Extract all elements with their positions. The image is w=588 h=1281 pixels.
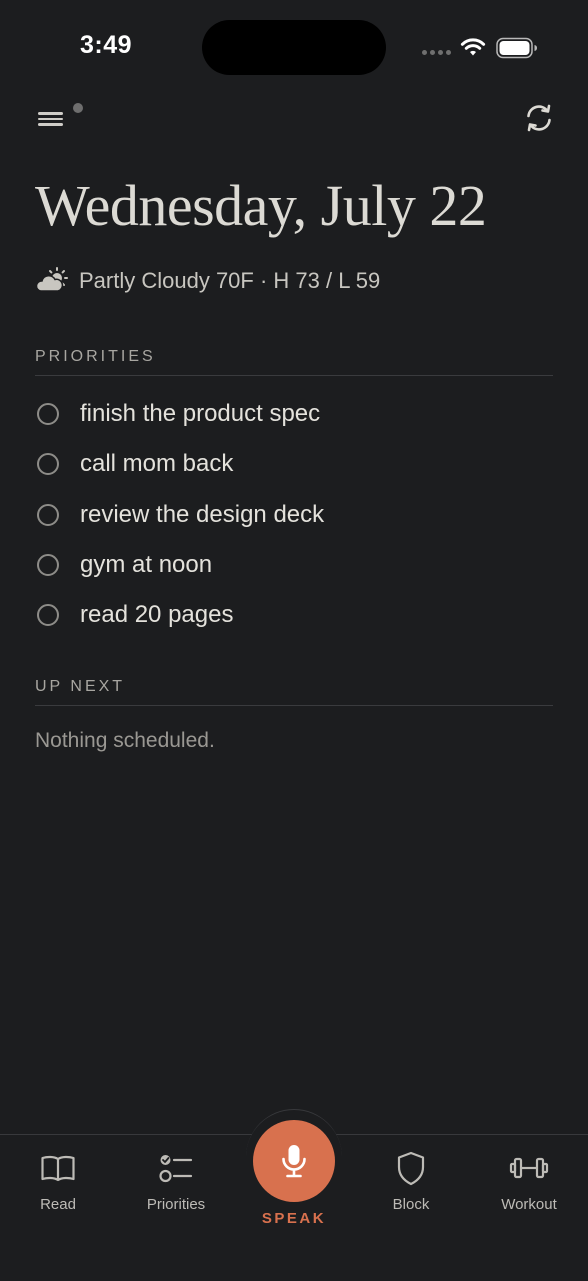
partly-cloudy-icon [35, 267, 68, 292]
priority-label: call mom back [80, 450, 234, 478]
priority-item[interactable]: read 20 pages [35, 590, 553, 640]
priority-item[interactable]: finish the product spec [35, 389, 553, 439]
tab-label: Read [40, 1196, 76, 1213]
menu-button[interactable] [34, 103, 84, 134]
tab-label: Priorities [146, 1196, 206, 1213]
tab-label: Block [392, 1196, 430, 1213]
battery-icon [496, 37, 537, 59]
refresh-icon [527, 104, 551, 132]
weather-summary: Partly Cloudy 70F · H 73 / L 59 [35, 266, 380, 296]
checkbox[interactable] [37, 554, 59, 577]
priorities-header: PRIORITIES [35, 348, 553, 376]
checklist-icon [159, 1155, 193, 1183]
priority-item[interactable]: call mom back [35, 439, 553, 489]
priority-label: gym at noon [80, 551, 213, 579]
up-next-header: UP NEXT [35, 678, 553, 706]
tab-workout[interactable]: Workout [479, 1148, 579, 1213]
shield-icon [397, 1151, 425, 1186]
sync-button[interactable] [520, 99, 558, 137]
weather-text: Partly Cloudy 70F · H 73 / L 59 [79, 268, 381, 293]
priority-label: review the design deck [80, 500, 325, 528]
checkbox[interactable] [37, 403, 59, 426]
checkbox[interactable] [37, 604, 59, 627]
cellular-signal-icon [422, 50, 451, 55]
dynamic-island [202, 20, 386, 75]
checkbox[interactable] [37, 453, 59, 476]
speak-label: SPEAK [261, 1210, 327, 1227]
priority-label: finish the product spec [80, 400, 321, 428]
priority-label: read 20 pages [80, 601, 234, 629]
page-title: Wednesday, July 22 [35, 173, 487, 238]
book-icon [41, 1155, 75, 1182]
priority-item[interactable]: gym at noon [35, 540, 553, 590]
tab-priorities[interactable]: Priorities [126, 1148, 226, 1213]
speak-button[interactable] [253, 1120, 335, 1202]
tab-block[interactable]: Block [361, 1148, 461, 1213]
tab-label: Workout [501, 1196, 557, 1213]
up-next-empty-state: Nothing scheduled. [35, 729, 215, 752]
tab-read[interactable]: Read [8, 1148, 108, 1213]
notification-dot [73, 103, 83, 113]
microphone-icon [282, 1145, 306, 1178]
dumbbell-icon [509, 1157, 549, 1179]
menu-icon [38, 112, 63, 115]
priorities-list: finish the product spec call mom back re… [35, 389, 553, 640]
status-bar: 3:49 [0, 0, 588, 90]
status-time: 3:49 [80, 31, 133, 59]
priority-item[interactable]: review the design deck [35, 490, 553, 540]
wifi-icon [460, 38, 486, 56]
checkbox[interactable] [37, 503, 59, 526]
